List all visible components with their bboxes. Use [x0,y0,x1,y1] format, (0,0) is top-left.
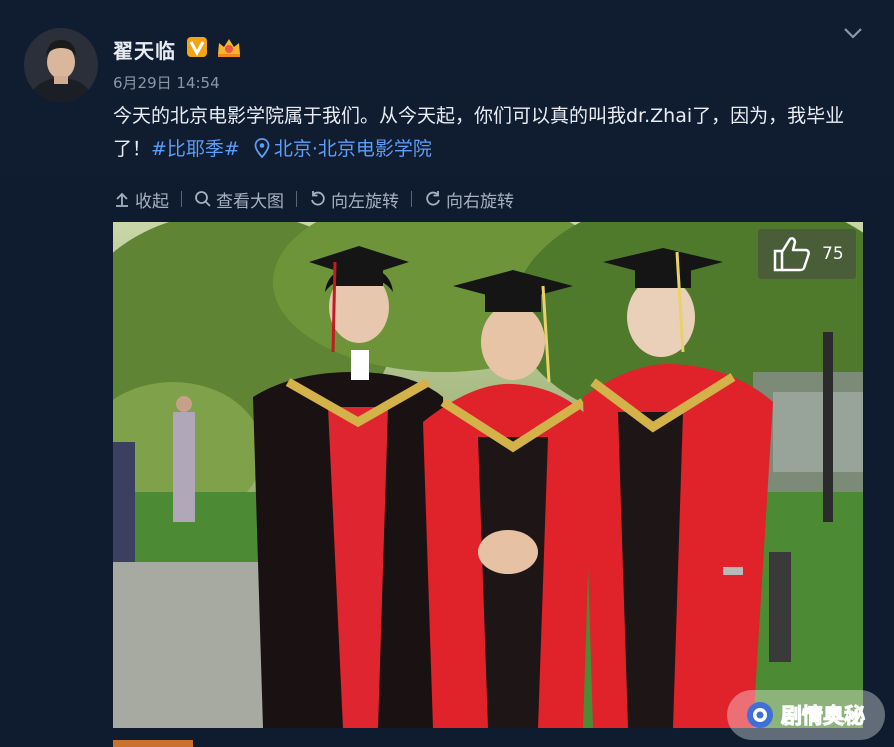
watermark-logo-icon [747,702,773,728]
like-count: 75 [822,244,844,264]
topic-link[interactable]: #比耶季# [151,138,240,160]
verified-v-icon [187,37,207,57]
rotate-right-label: 向右旋转 [446,191,514,212]
watermark: 剧情奥秘 [727,690,885,740]
rotate-left-button[interactable]: 向左旋转 [309,187,399,212]
view-large-label: 查看大图 [216,191,284,212]
vip-crown-icon[interactable] [216,36,242,58]
location-link[interactable]: 北京·北京电影学院 [274,138,432,160]
like-button[interactable]: 75 [758,229,856,279]
post-photo[interactable] [113,222,863,728]
collapse-arrow-icon [116,192,128,207]
collapse-button[interactable]: 收起 [113,187,169,212]
post-timestamp[interactable]: 6月29日 14:54 [113,72,220,93]
search-icon [195,191,211,207]
toolbar-divider [296,191,297,207]
username[interactable]: 翟天临 [113,35,176,64]
rotate-right-icon [426,191,440,206]
image-toolbar: 收起 查看大图 向左旋转 向右旋转 [113,187,514,212]
graduation-photo [113,222,863,728]
rotate-left-label: 向左旋转 [331,191,399,212]
thumbs-up-icon [773,237,810,272]
thumbnail-indicator[interactable] [113,740,193,747]
view-large-button[interactable]: 查看大图 [194,187,284,212]
rotate-left-icon [311,191,325,206]
chevron-down-icon[interactable] [842,24,864,42]
rotate-right-button[interactable]: 向右旋转 [424,187,514,212]
watermark-text: 剧情奥秘 [781,704,866,729]
toolbar-divider [181,191,182,207]
avatar[interactable] [24,28,98,102]
toolbar-divider [411,191,412,207]
weibo-post: 翟天临 6月29日 14:54 今天的北京电影学院属于我们。从今天起，你们可以真… [0,0,894,747]
location-pin-icon [254,138,270,158]
post-text: 今天的北京电影学院属于我们。从今天起，你们可以真的叫我dr.Zhai了，因为，我… [113,100,873,166]
collapse-label: 收起 [135,191,169,212]
